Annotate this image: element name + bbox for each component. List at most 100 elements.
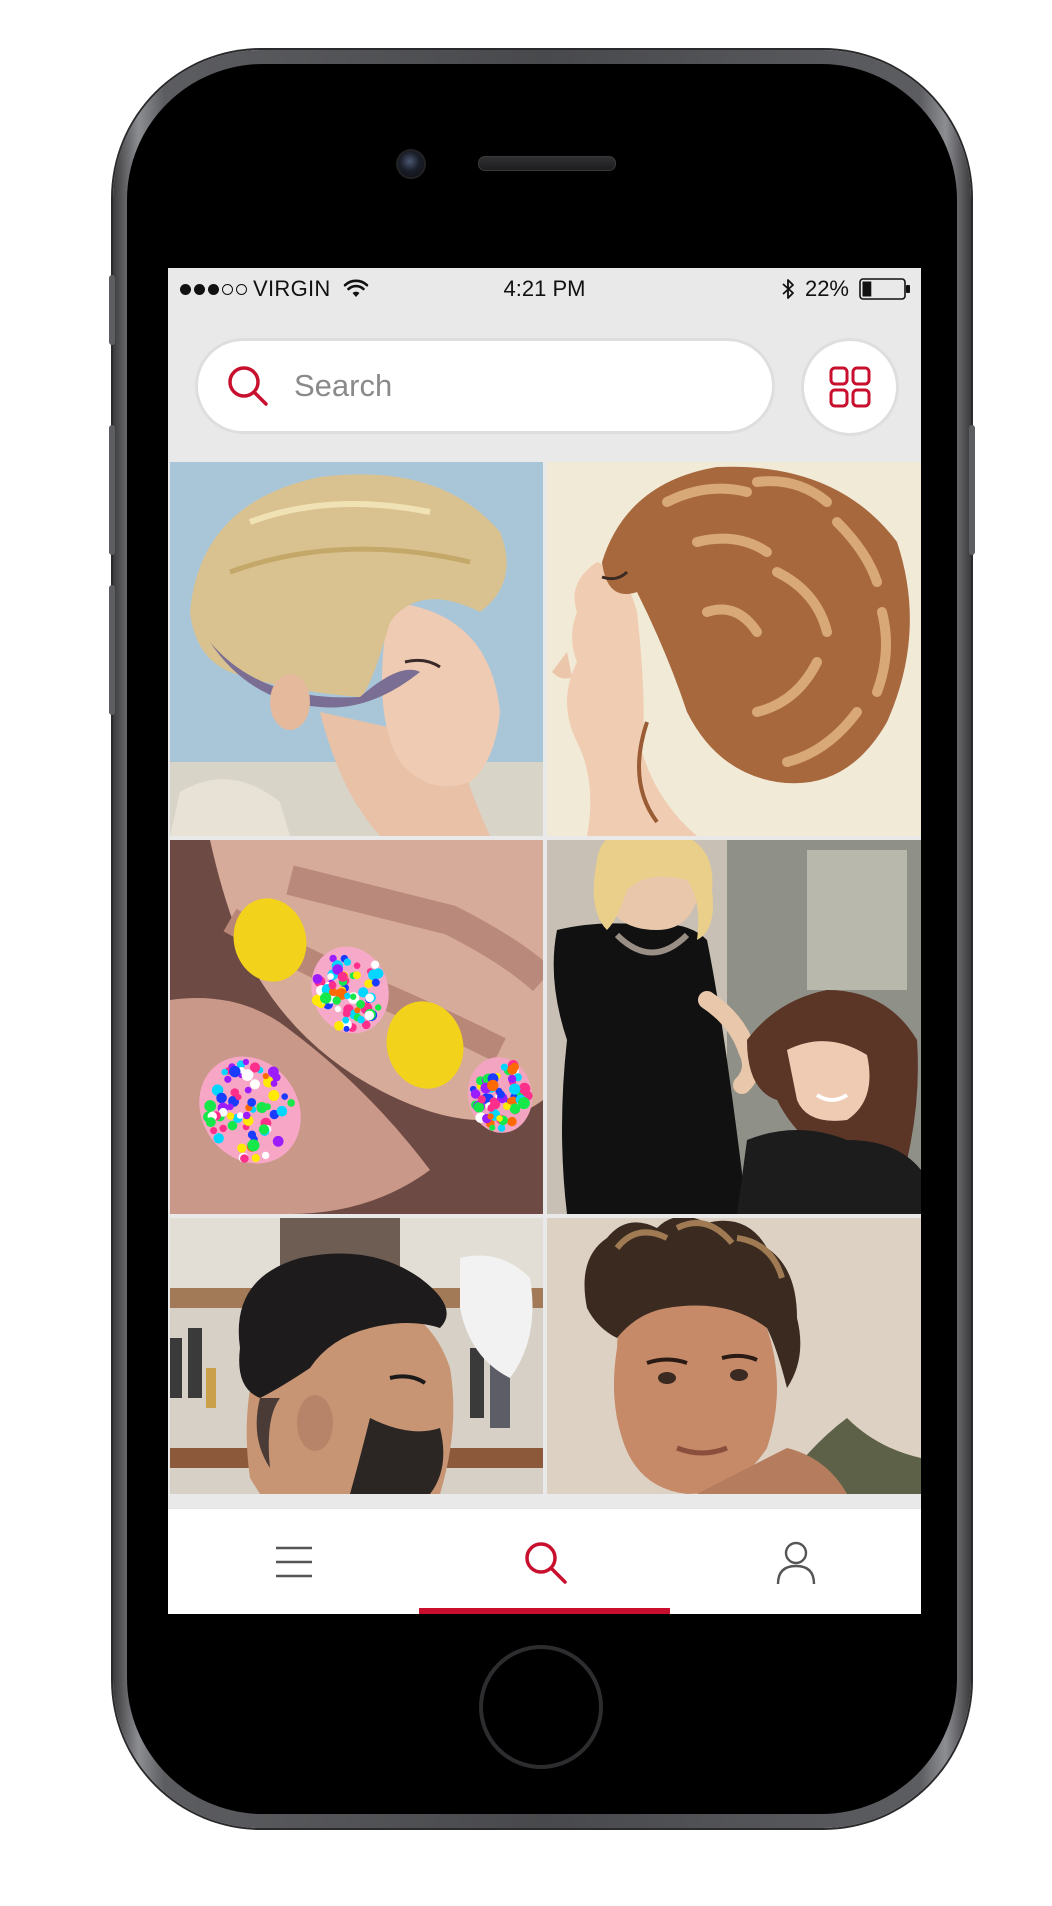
nail-dot bbox=[344, 992, 351, 999]
nail-dot bbox=[496, 1115, 503, 1122]
photo-tile-braided-updo[interactable] bbox=[547, 462, 921, 836]
nail-dot bbox=[343, 1025, 350, 1032]
nail-dot bbox=[268, 1090, 280, 1101]
nail-dot bbox=[342, 1009, 351, 1018]
nail-dot bbox=[375, 1004, 382, 1011]
nail-dot bbox=[517, 1097, 530, 1110]
nail-dot bbox=[312, 974, 323, 984]
nail-dot bbox=[268, 1066, 279, 1078]
nail-dot bbox=[224, 1075, 232, 1083]
nail-dot bbox=[353, 962, 361, 969]
home-button[interactable] bbox=[479, 1645, 603, 1769]
search-row: Search bbox=[168, 338, 921, 448]
nail-dot bbox=[229, 1065, 241, 1078]
nail-dot bbox=[237, 1143, 247, 1153]
volume-down-button bbox=[109, 585, 115, 715]
photo-tile-blonde-haircut[interactable] bbox=[170, 462, 543, 836]
nail-dot bbox=[371, 960, 380, 969]
nail-dot bbox=[213, 1133, 224, 1144]
nail-dot bbox=[204, 1100, 217, 1112]
nail-dot bbox=[500, 1063, 508, 1071]
volume-up-button bbox=[109, 425, 115, 555]
search-field[interactable]: Search bbox=[195, 338, 775, 434]
nail-dot bbox=[357, 1016, 365, 1024]
nail-dot bbox=[332, 996, 341, 1005]
search-placeholder: Search bbox=[294, 368, 393, 403]
photo-tile-salon-styling[interactable] bbox=[547, 840, 921, 1214]
nail-dot bbox=[250, 1079, 260, 1090]
nail-dot bbox=[522, 1084, 530, 1093]
nail-dot bbox=[507, 1116, 517, 1127]
nail-dot bbox=[216, 1092, 227, 1104]
tab-menu[interactable] bbox=[168, 1509, 419, 1614]
tab-bar bbox=[168, 1508, 921, 1614]
tab-search[interactable] bbox=[419, 1509, 670, 1614]
app-screen: VIRGIN 4:21 PM 22% Search bbox=[168, 268, 921, 1614]
nail-dot bbox=[490, 1099, 501, 1110]
battery-percent: 22% bbox=[804, 276, 849, 301]
nail-dot bbox=[354, 1007, 361, 1014]
nail-dot bbox=[281, 1093, 288, 1100]
menu-icon bbox=[275, 1546, 312, 1578]
nail-dot bbox=[509, 1083, 521, 1095]
mute-switch bbox=[109, 275, 115, 345]
nail-dot bbox=[334, 1005, 342, 1013]
nail-dot bbox=[240, 1154, 249, 1163]
photo-grid bbox=[170, 462, 921, 1494]
nail-dot bbox=[287, 1099, 295, 1107]
braided-updo-image bbox=[547, 462, 921, 836]
nail-dot bbox=[497, 1124, 506, 1132]
nail-dot bbox=[477, 1095, 486, 1104]
nail-dot bbox=[247, 1098, 257, 1107]
nail-dot bbox=[506, 1097, 514, 1105]
nail-dot bbox=[242, 1111, 251, 1120]
front-camera bbox=[396, 149, 426, 179]
photo-tile-mens-spiky[interactable] bbox=[547, 1218, 921, 1494]
mens-spiky-image bbox=[547, 1218, 921, 1494]
nail-dot bbox=[219, 1124, 227, 1133]
status-bar: VIRGIN 4:21 PM 22% bbox=[168, 268, 921, 310]
nail-dot bbox=[262, 1073, 269, 1080]
nail-dot bbox=[343, 958, 352, 966]
nail-dot bbox=[264, 1103, 271, 1111]
nail-dot bbox=[227, 1103, 234, 1111]
nail-dot bbox=[221, 1068, 228, 1076]
nail-dot bbox=[251, 1154, 260, 1163]
photo-tile-mens-fade[interactable] bbox=[170, 1218, 543, 1494]
nail-dot bbox=[350, 993, 357, 1000]
nail-dot bbox=[371, 978, 380, 987]
nail-dot bbox=[507, 1074, 517, 1083]
active-tab-indicator bbox=[419, 1608, 670, 1614]
nail-dot bbox=[270, 1080, 278, 1087]
nail-dot bbox=[487, 1113, 494, 1120]
nail-dot bbox=[210, 1127, 218, 1135]
nail-dot bbox=[337, 971, 348, 982]
battery-icon bbox=[859, 278, 910, 300]
nail-dot bbox=[226, 1112, 235, 1120]
nail-dot bbox=[487, 1079, 499, 1092]
nail-dot bbox=[368, 969, 379, 981]
nail-dot bbox=[247, 1139, 260, 1152]
search-icon bbox=[524, 1542, 567, 1584]
nail-dot bbox=[276, 1105, 288, 1117]
nail-dot bbox=[236, 1112, 244, 1119]
nail-dot bbox=[244, 1086, 252, 1094]
nail-dot bbox=[261, 1151, 270, 1160]
salon-styling-image bbox=[547, 840, 921, 1214]
blonde-haircut-image bbox=[170, 462, 543, 836]
nail-dot bbox=[235, 1094, 242, 1101]
nail-dot bbox=[328, 981, 337, 990]
tab-profile[interactable] bbox=[670, 1509, 921, 1614]
nail-dot bbox=[320, 992, 332, 1004]
nail-dot bbox=[489, 1124, 496, 1131]
nail-dot bbox=[365, 993, 374, 1003]
nail-dot bbox=[352, 971, 361, 980]
nail-dot bbox=[242, 1058, 249, 1066]
nail-dot bbox=[334, 1021, 344, 1031]
nail-dot bbox=[510, 1062, 519, 1072]
photo-tile-nail-art[interactable] bbox=[170, 840, 543, 1214]
mens-fade-image bbox=[170, 1218, 543, 1494]
grid-view-button[interactable] bbox=[801, 338, 899, 436]
search-icon bbox=[228, 366, 268, 406]
nail-dot bbox=[497, 1090, 505, 1099]
